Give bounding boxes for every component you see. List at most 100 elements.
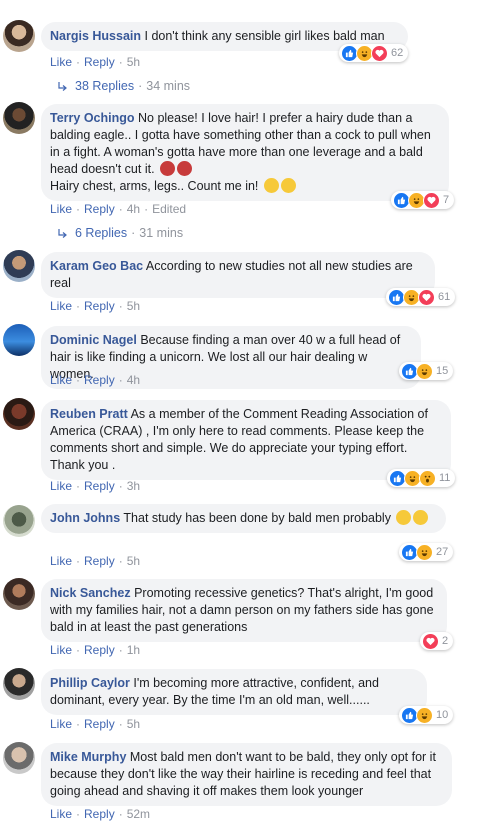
- edited-label[interactable]: Edited: [152, 202, 186, 216]
- reaction-count: 27: [436, 546, 449, 558]
- like-link[interactable]: Like: [50, 807, 72, 821]
- reaction-summary[interactable]: 2: [420, 632, 454, 650]
- like-link[interactable]: Like: [50, 554, 72, 568]
- comment-bubble: Terry Ochingo No please! I love hair! I …: [41, 104, 449, 201]
- reaction-summary[interactable]: 10: [399, 706, 454, 724]
- comment-actions: Like · Reply · 5h: [50, 717, 141, 731]
- view-replies[interactable]: 38 Replies · 34 mins: [58, 79, 190, 93]
- reply-link[interactable]: Reply: [84, 643, 115, 657]
- comment-time[interactable]: 4h: [127, 202, 140, 216]
- reply-link[interactable]: Reply: [84, 202, 115, 216]
- comment-time[interactable]: 1h: [127, 643, 140, 657]
- comment-actions: Like · Reply · 4h · Edited: [50, 202, 187, 216]
- reply-arrow-icon: [58, 229, 67, 238]
- smile-emoji-icon: [263, 178, 279, 193]
- like-link[interactable]: Like: [50, 479, 72, 493]
- reply-link[interactable]: Reply: [84, 807, 115, 821]
- reaction-summary[interactable]: 15: [399, 362, 454, 380]
- replies-time: 34 mins: [146, 79, 191, 93]
- comment-author[interactable]: John Johns: [50, 511, 120, 525]
- reply-link[interactable]: Reply: [84, 373, 115, 387]
- reaction-count: 7: [443, 194, 450, 206]
- grin-emoji-icon: [396, 510, 412, 525]
- like-link[interactable]: Like: [50, 299, 72, 313]
- replies-count[interactable]: 6 Replies: [75, 226, 127, 240]
- haha-reaction-icon: [416, 543, 433, 561]
- reply-link[interactable]: Reply: [84, 554, 115, 568]
- devil-emoji-icon: [177, 161, 193, 176]
- reaction-summary[interactable]: 61: [386, 288, 456, 306]
- replies-time: 31 mins: [139, 226, 184, 240]
- comment-bubble: Mike Murphy Most bald men don't want to …: [41, 743, 452, 806]
- avatar[interactable]: [3, 20, 35, 52]
- comment-time[interactable]: 4h: [127, 373, 140, 387]
- comment-author[interactable]: Nick Sanchez: [50, 586, 131, 600]
- like-link[interactable]: Like: [50, 202, 72, 216]
- devil-emoji-icon: [160, 161, 176, 176]
- comment-actions: Like · Reply · 3h: [50, 479, 141, 493]
- comment-bubble: Nick Sanchez Promoting recessive genetic…: [41, 579, 447, 642]
- reaction-count: 62: [391, 47, 404, 59]
- avatar[interactable]: [3, 102, 35, 134]
- avatar[interactable]: [3, 742, 35, 774]
- reply-arrow-icon: [58, 82, 67, 91]
- haha-reaction-icon: [416, 706, 433, 724]
- comment-time[interactable]: 5h: [127, 717, 140, 731]
- reaction-count: 10: [436, 709, 449, 721]
- replies-count[interactable]: 38 Replies: [75, 79, 134, 93]
- comment-bubble: John Johns That study has been done by b…: [41, 504, 446, 533]
- like-link[interactable]: Like: [50, 55, 72, 69]
- comment-author[interactable]: Mike Murphy: [50, 750, 126, 764]
- reply-link[interactable]: Reply: [84, 299, 115, 313]
- comment-author[interactable]: Reuben Pratt: [50, 407, 128, 421]
- comment-bubble: Phillip Caylor I'm becoming more attract…: [41, 669, 427, 715]
- comment-time[interactable]: 5h: [127, 299, 140, 313]
- smile-emoji-icon: [280, 178, 296, 193]
- comment-actions: Like · Reply · 5h: [50, 299, 141, 313]
- like-link[interactable]: Like: [50, 373, 72, 387]
- comment-actions: Like · Reply · 5h: [50, 55, 141, 69]
- comment-author[interactable]: Phillip Caylor: [50, 676, 130, 690]
- avatar[interactable]: [3, 250, 35, 282]
- comment-time[interactable]: 52m: [127, 807, 150, 821]
- comment-author[interactable]: Dominic Nagel: [50, 333, 137, 347]
- comment-actions: Like · Reply · 5h: [50, 554, 141, 568]
- reaction-summary[interactable]: 11: [387, 469, 456, 487]
- wow-reaction-icon: [419, 469, 436, 487]
- reaction-summary[interactable]: 7: [391, 191, 455, 209]
- avatar[interactable]: [3, 578, 35, 610]
- comment-time[interactable]: 3h: [127, 479, 140, 493]
- comment-author[interactable]: Terry Ochingo: [50, 111, 135, 125]
- reaction-count: 61: [438, 291, 451, 303]
- comment-bubble: Reuben Pratt As a member of the Comment …: [41, 400, 451, 480]
- wink-tongue-emoji-icon: [413, 510, 429, 525]
- love-reaction-icon: [422, 632, 439, 650]
- avatar[interactable]: [3, 505, 35, 537]
- reaction-summary[interactable]: 27: [399, 543, 454, 561]
- comment-time[interactable]: 5h: [127, 554, 140, 568]
- comment-bubble: Karam Geo Bac According to new studies n…: [41, 252, 435, 298]
- avatar[interactable]: [3, 668, 35, 700]
- comment-text: I don't think any sensible girl likes ba…: [144, 29, 385, 43]
- love-reaction-icon: [418, 288, 435, 306]
- avatar[interactable]: [3, 398, 35, 430]
- comment-actions: Like · Reply · 4h: [50, 373, 141, 387]
- reply-link[interactable]: Reply: [84, 479, 115, 493]
- comment-author[interactable]: Karam Geo Bac: [50, 259, 143, 273]
- reaction-count: 15: [436, 365, 449, 377]
- view-replies[interactable]: 6 Replies · 31 mins: [58, 226, 183, 240]
- like-link[interactable]: Like: [50, 717, 72, 731]
- comment-time[interactable]: 5h: [127, 55, 140, 69]
- avatar[interactable]: [3, 324, 35, 356]
- comment-author[interactable]: Nargis Hussain: [50, 29, 141, 43]
- reaction-count: 2: [442, 635, 449, 647]
- haha-reaction-icon: [416, 362, 433, 380]
- reaction-count: 11: [439, 472, 451, 484]
- reply-link[interactable]: Reply: [84, 717, 115, 731]
- comment-actions: Like · Reply · 1h: [50, 643, 141, 657]
- reaction-summary[interactable]: 62: [339, 44, 409, 62]
- like-link[interactable]: Like: [50, 643, 72, 657]
- comment-text: That study has been done by bald men pro…: [123, 511, 391, 525]
- comment-actions: Like · Reply · 52m: [50, 807, 151, 821]
- reply-link[interactable]: Reply: [84, 55, 115, 69]
